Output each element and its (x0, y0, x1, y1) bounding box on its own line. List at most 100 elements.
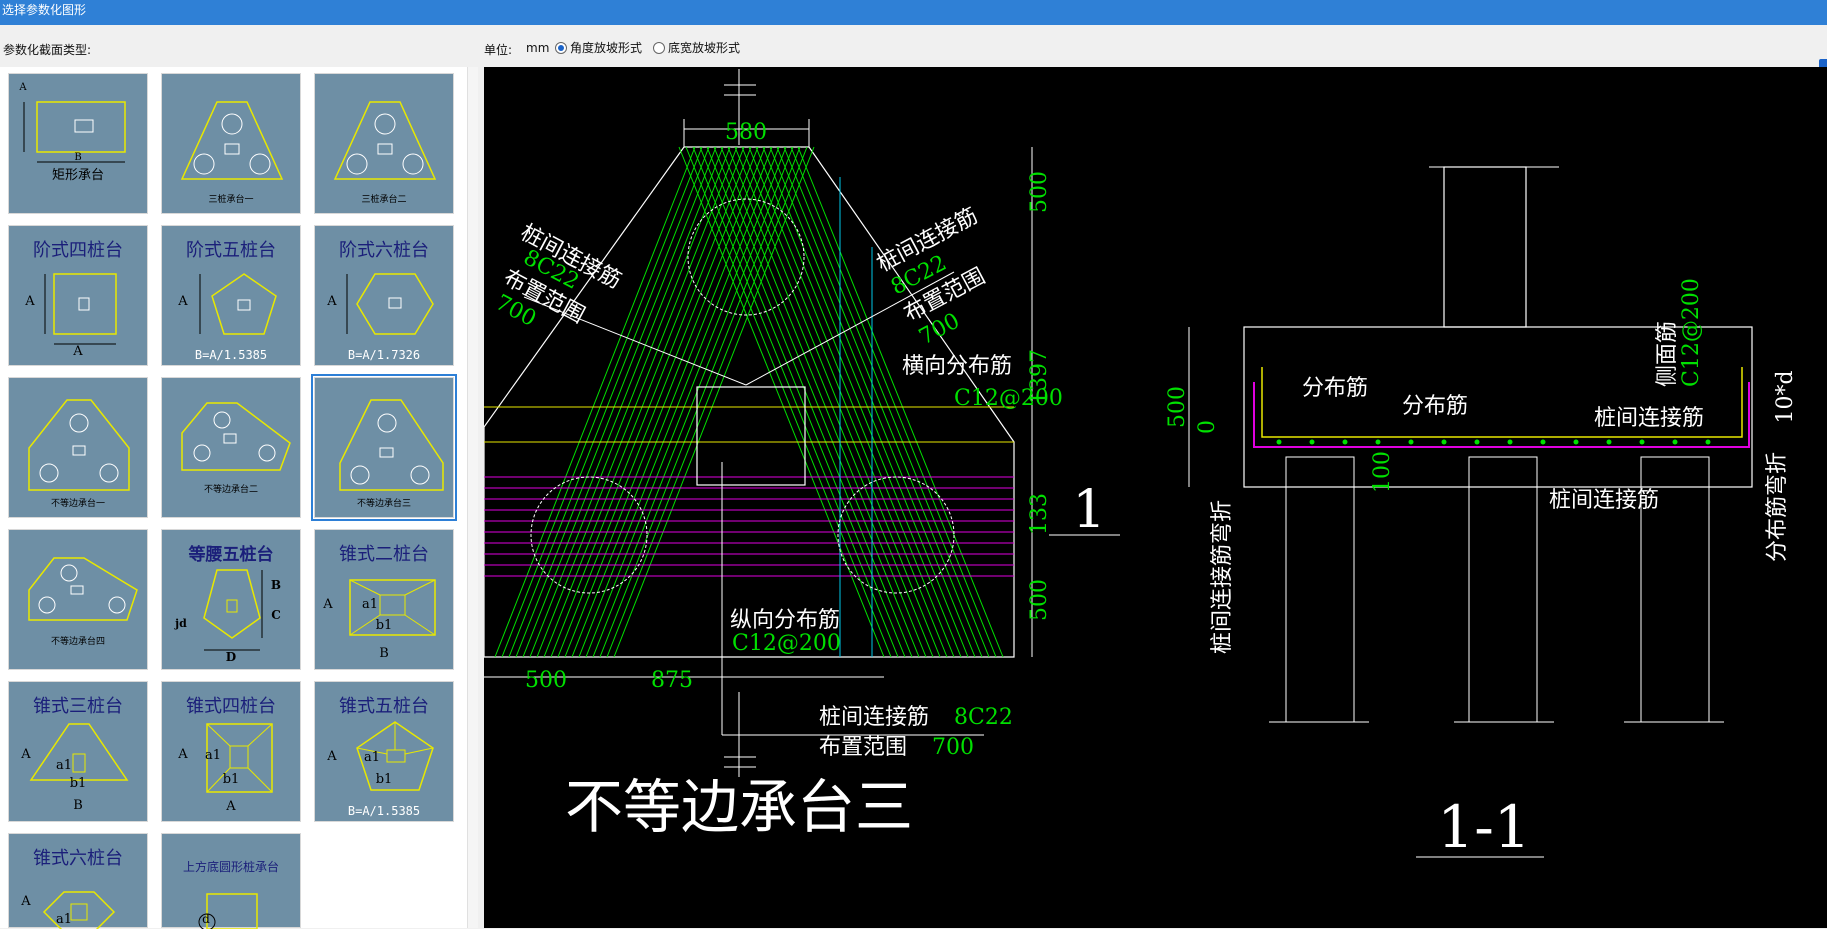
thumb-label-a: A (25, 294, 35, 309)
thumb-irregular-1[interactable]: 不等边承台一 (8, 377, 148, 518)
section-mark: 1 (1072, 480, 1105, 540)
dim-r1: 500 (1027, 171, 1052, 213)
sec-side-spec: C12@200 (1679, 278, 1704, 387)
thumb-label-b1: b1 (375, 772, 393, 787)
thumb-label-b: B (74, 152, 82, 163)
section-title: 1-1 (1437, 793, 1530, 861)
thumb-label-a2: A (226, 799, 236, 814)
thumb-formula: B=A/1.5385 (347, 804, 421, 818)
section-type-label: 参数化截面类型: (3, 43, 92, 57)
thumb-label-b1: b1 (222, 772, 240, 787)
thumb-label-a1: a1 (361, 597, 379, 612)
thumb-title: 锥式五桩台 (339, 696, 429, 717)
thumb-formula: B=A/1.5385 (194, 348, 268, 362)
thumb-title: 锥式六桩台 (33, 848, 123, 869)
vert-spec: C12@200 (732, 631, 841, 656)
thumb-cone-five-pile[interactable]: 锥式五桩台 A a1 b1 B=A/1.5385 (314, 681, 454, 822)
dim-r3: 133 (1027, 493, 1052, 535)
thumb-three-pile-2[interactable]: 三桩承台二 (314, 73, 454, 214)
plan-title: 不等边承台三 (565, 773, 913, 841)
unit-value: mm (526, 41, 550, 55)
sec-conn-bottom: 桩间连接筋 (1549, 488, 1659, 513)
radio-bottom-width-slope[interactable]: 底宽放坡形式 (653, 39, 740, 56)
sec-dist-2: 分布筋 (1402, 394, 1468, 419)
thumb-cone-six-pile[interactable]: 锥式六桩台 A a1 (8, 833, 148, 929)
thumb-title: 上方底圆形桩承台 (182, 860, 279, 874)
thumb-title: 锥式四桩台 (186, 696, 276, 717)
thumb-label-b: B (379, 646, 389, 661)
radio-indicator-selected[interactable] (555, 41, 567, 54)
gallery-scrollbar[interactable] (467, 67, 478, 928)
thumb-label-b: B (73, 798, 83, 813)
bottom-label-c: 布置范围 (819, 735, 907, 760)
section-view: 500 0 100 分布筋 分布筋 桩间连接筋 侧面筋 C12@200 桩间连接… (1165, 166, 1798, 861)
rebar-dots (1276, 439, 1711, 445)
thumb-step-six-pile[interactable]: 阶式六桩台 A B=A/1.7326 (314, 225, 454, 366)
thumb-title: 阶式四桩台 (33, 240, 123, 261)
thumb-label-a1: a1 (204, 748, 222, 763)
irregular-2-sketch (181, 402, 291, 471)
thumb-label-b1: b1 (69, 776, 87, 791)
thumb-rect-cap[interactable]: A B 矩形承台 (8, 73, 148, 214)
bottom-label-b: 8C22 (954, 705, 1013, 730)
thumb-cone-two-pile[interactable]: 锥式二桩台 A a1 b1 B (314, 529, 454, 670)
sec-right-vert: 分布筋弯折 (1765, 452, 1790, 562)
sec-right-dim: 10*d (1773, 370, 1798, 423)
thumb-caption: 三桩承台二 (361, 195, 407, 205)
unit-label: 单位: (484, 43, 513, 57)
thumb-label-a2: A (73, 344, 83, 359)
thumb-irregular-2[interactable]: 不等边承台二 (161, 377, 301, 518)
title-bar: 选择参数化图形 (0, 0, 1827, 25)
sec-dim-500: 500 (1165, 386, 1190, 428)
radio-angle-slope[interactable]: 角度放坡形式 (555, 39, 642, 56)
thumb-round-pile-cap[interactable]: 上方底圆形桩承台 d (161, 833, 301, 929)
thumb-caption: 不等边承台三 (356, 499, 411, 509)
thumb-label-d: d (202, 912, 210, 926)
rect-cap-sketch (23, 101, 126, 163)
thumb-formula: B=A/1.7326 (347, 348, 421, 362)
dim-r4: 500 (1027, 579, 1052, 621)
plan-view: 580 500 1397 133 500 500 875 1 桩间连接筋 8C2… (484, 69, 1120, 841)
thumb-title: 锥式三桩台 (33, 696, 123, 717)
bottom-label-d: 700 (932, 735, 974, 760)
sec-conn: 桩间连接筋 (1594, 406, 1704, 431)
horiz-label: 横向分布筋 (902, 354, 1012, 379)
thumb-label-a: A (327, 294, 337, 309)
thumb-label-a: A (178, 294, 188, 309)
dim-top: 580 (725, 120, 767, 145)
thumb-label-a: A (21, 894, 31, 909)
dim-b1: 500 (525, 668, 567, 693)
cad-drawing: 580 500 1397 133 500 500 875 1 桩间连接筋 8C2… (484, 69, 1798, 861)
drawing-canvas: 580 500 1397 133 500 500 875 1 桩间连接筋 8C2… (484, 67, 1827, 928)
sec-left-vert: 桩间连接筋弯折 (1210, 500, 1235, 654)
thumb-caption: 不等边承台一 (50, 499, 105, 509)
thumb-title: 等腰五桩台 (188, 545, 274, 565)
thumb-caption: 不等边承台二 (203, 485, 258, 495)
thumb-label-a: A (19, 82, 27, 93)
thumb-three-pile-1[interactable]: 三桩承台一 (161, 73, 301, 214)
window-title: 选择参数化图形 (2, 3, 87, 17)
dim-b2: 875 (651, 668, 693, 693)
radio-indicator[interactable] (653, 41, 665, 54)
thumb-label-a1: a1 (363, 750, 381, 765)
rebar-bands (494, 146, 1004, 658)
thumb-title: 锥式二桩台 (339, 544, 429, 565)
sec-dim-100: 100 (1370, 451, 1395, 493)
thumb-label-a1: a1 (55, 912, 73, 927)
radio-bottom-width-slope-label: 底宽放坡形式 (668, 41, 741, 55)
thumb-title: 阶式五桩台 (186, 240, 276, 261)
vert-label: 纵向分布筋 (730, 608, 840, 633)
thumb-label-jd: jd (175, 617, 187, 630)
sec-dim-0: 0 (1195, 420, 1220, 434)
radio-angle-slope-label: 角度放坡形式 (570, 41, 643, 55)
thumb-irregular-4[interactable]: 不等边承台四 (8, 529, 148, 670)
toolbar: 参数化截面类型: 单位: mm 角度放坡形式 底宽放坡形式 (0, 25, 1827, 83)
thumb-label-b1: b1 (375, 618, 393, 633)
thumb-caption: 不等边承台四 (50, 637, 105, 647)
thumb-irregular-3[interactable]: 不等边承台三 (311, 374, 457, 521)
sec-side: 侧面筋 (1655, 321, 1680, 387)
shape-gallery: A B 矩形承台 三桩承台一 三桩承台二 阶式四桩台 A A 阶式五桩台 A B… (0, 67, 478, 929)
bottom-label-a: 桩间连接筋 (819, 705, 929, 730)
horiz-spec: C12@200 (954, 386, 1063, 411)
thumb-caption: 矩形承台 (51, 168, 104, 183)
